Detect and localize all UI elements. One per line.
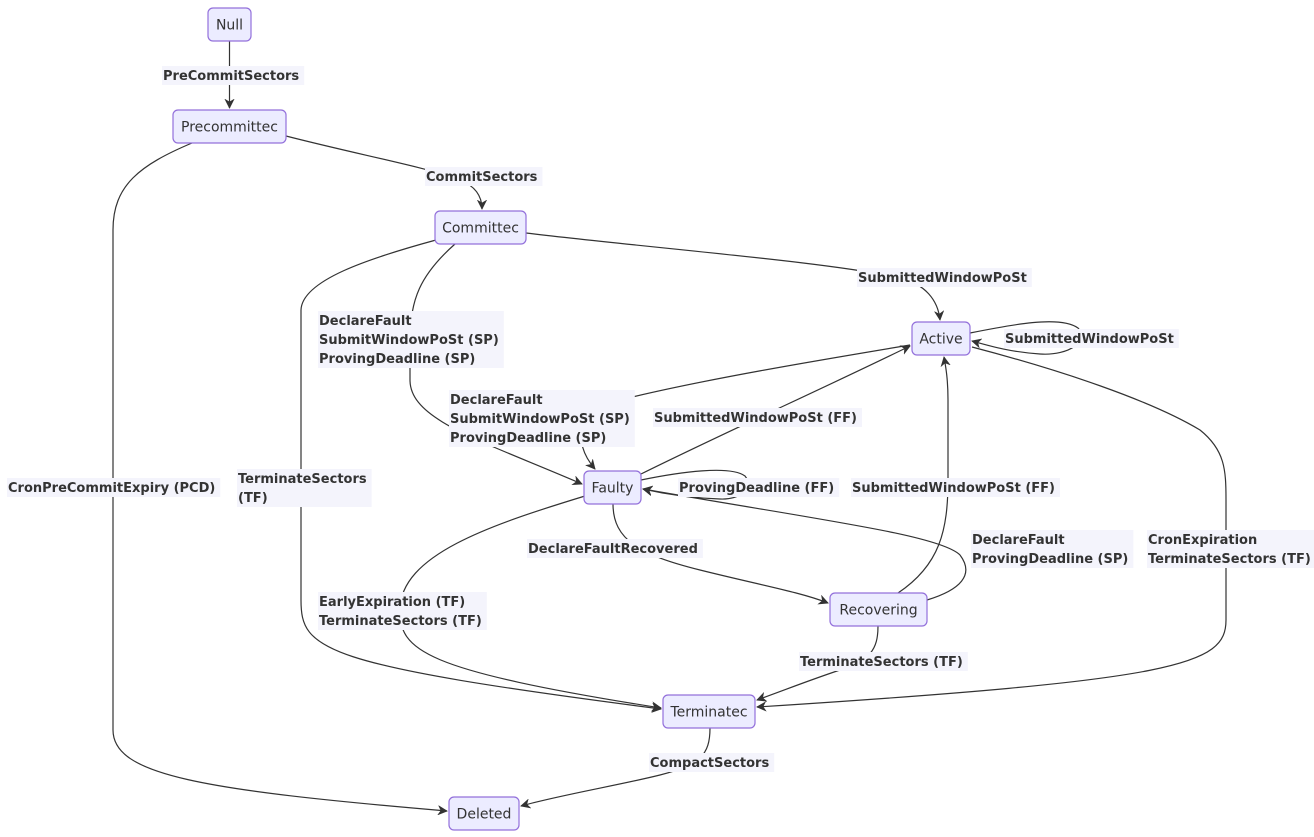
state-node-faulty[interactable]: Faulty: [583, 470, 642, 505]
state-diagram: PreCommitSectors CommitSectors CronPreComm…: [7, 7, 1314, 831]
edge-label-faulty-to-recovering: DeclareFaultRecovered: [527, 539, 703, 558]
state-node-active[interactable]: Active: [911, 321, 971, 356]
state-node-label: Committec: [442, 221, 519, 237]
state-node-committed[interactable]: Committec: [434, 210, 527, 245]
edge-label-precommitted-to-committed: CommitSectors: [425, 167, 543, 186]
edge-label-line: SubmittedWindowPoSt (FF): [852, 481, 1055, 496]
edge-label-line: DeclareFault: [450, 393, 543, 408]
edge-label-null-to-precommitted: PreCommitSectors: [162, 66, 305, 85]
edge-label-line: DeclareFaultRecovered: [528, 542, 698, 557]
edge-label-recovering-to-faulty: DeclareFault ProvingDeadline (SP): [971, 530, 1134, 568]
edge-label-active-to-faulty: DeclareFault SubmitWindowPoSt (SP) Proving…: [449, 390, 635, 447]
edge-label-faulty-to-faulty: ProvingDeadline (FF): [678, 478, 840, 497]
edge-label-committed-to-faulty: DeclareFault SubmitWindowPoSt (SP) Proving…: [318, 311, 504, 368]
edge-label-line: DeclareFault: [972, 533, 1065, 548]
edge-label-line: CronExpiration: [1148, 533, 1257, 548]
state-node-label: Deleted: [457, 807, 512, 823]
edge-label-active-to-active: SubmittedWindowPoSt: [1004, 329, 1179, 348]
state-node-label: Active: [919, 332, 962, 348]
edge-label-line: TerminateSectors: [238, 472, 367, 487]
edge-label-active-to-terminated: CronExpiration TerminateSectors (TF): [1147, 530, 1314, 568]
edge-label-line: ProvingDeadline (SP): [450, 431, 606, 446]
edge-labels-layer: PreCommitSectors CommitSectors CronPreComm…: [7, 66, 1314, 772]
edge-label-faulty-to-active: SubmittedWindowPoSt (FF): [653, 408, 862, 427]
state-node-label: Recovering: [839, 603, 917, 619]
state-node-null[interactable]: Null: [207, 7, 252, 42]
edge-label-line: SubmittedWindowPoSt: [1005, 332, 1174, 347]
edge-label-committed-to-active: SubmittedWindowPoSt: [857, 268, 1032, 287]
edge-label-line: EarlyExpiration (TF): [319, 595, 465, 610]
edge-label-line: ProvingDeadline (SP): [972, 552, 1128, 567]
edge-label-line: CronPreCommitExpiry (PCD): [8, 481, 215, 496]
edge-label-line: SubmitWindowPoSt (SP): [319, 333, 499, 348]
edge-label-line: TerminateSectors (TF): [319, 614, 482, 629]
edge-label-line: SubmittedWindowPoSt: [858, 271, 1027, 286]
state-node-label: Terminatec: [669, 705, 747, 721]
state-node-label: Faulty: [592, 481, 634, 497]
edge-label-terminated-to-deleted: CompactSectors: [649, 753, 775, 772]
state-node-precommitted[interactable]: Precommittec: [172, 109, 287, 144]
edge-label-line: TerminateSectors (TF): [1148, 552, 1311, 567]
state-node-terminated[interactable]: Terminatec: [662, 694, 756, 729]
edge-recovering-to-active: [897, 357, 948, 594]
edge-label-recovering-to-active: SubmittedWindowPoSt (FF): [851, 478, 1060, 497]
edge-label-line: ProvingDeadline (FF): [679, 481, 834, 496]
edge-label-line: DeclareFault: [319, 314, 412, 329]
edge-label-line: CommitSectors: [426, 170, 538, 185]
state-node-label: Precommittec: [181, 120, 278, 136]
edge-label-line: ProvingDeadline (SP): [319, 352, 475, 367]
edge-label-line: PreCommitSectors: [163, 69, 299, 84]
edge-label-line: TerminateSectors (TF): [800, 655, 963, 670]
edge-label-line: (TF): [238, 491, 268, 506]
edge-label-committed-to-terminated: TerminateSectors (TF): [237, 469, 372, 507]
edge-label-line: SubmitWindowPoSt (SP): [450, 412, 630, 427]
edge-label-line: CompactSectors: [650, 756, 769, 771]
edge-label-recovering-to-terminated: TerminateSectors (TF): [799, 652, 968, 671]
state-node-recovering[interactable]: Recovering: [829, 592, 928, 627]
edge-label-faulty-to-terminated: EarlyExpiration (TF) TerminateSectors (TF…: [318, 592, 487, 630]
state-node-deleted[interactable]: Deleted: [448, 796, 520, 831]
edge-label-line: SubmittedWindowPoSt (FF): [654, 411, 857, 426]
edge-label-precommitted-to-deleted: CronPreCommitExpiry (PCD): [7, 478, 221, 497]
state-node-label: Null: [216, 18, 243, 34]
